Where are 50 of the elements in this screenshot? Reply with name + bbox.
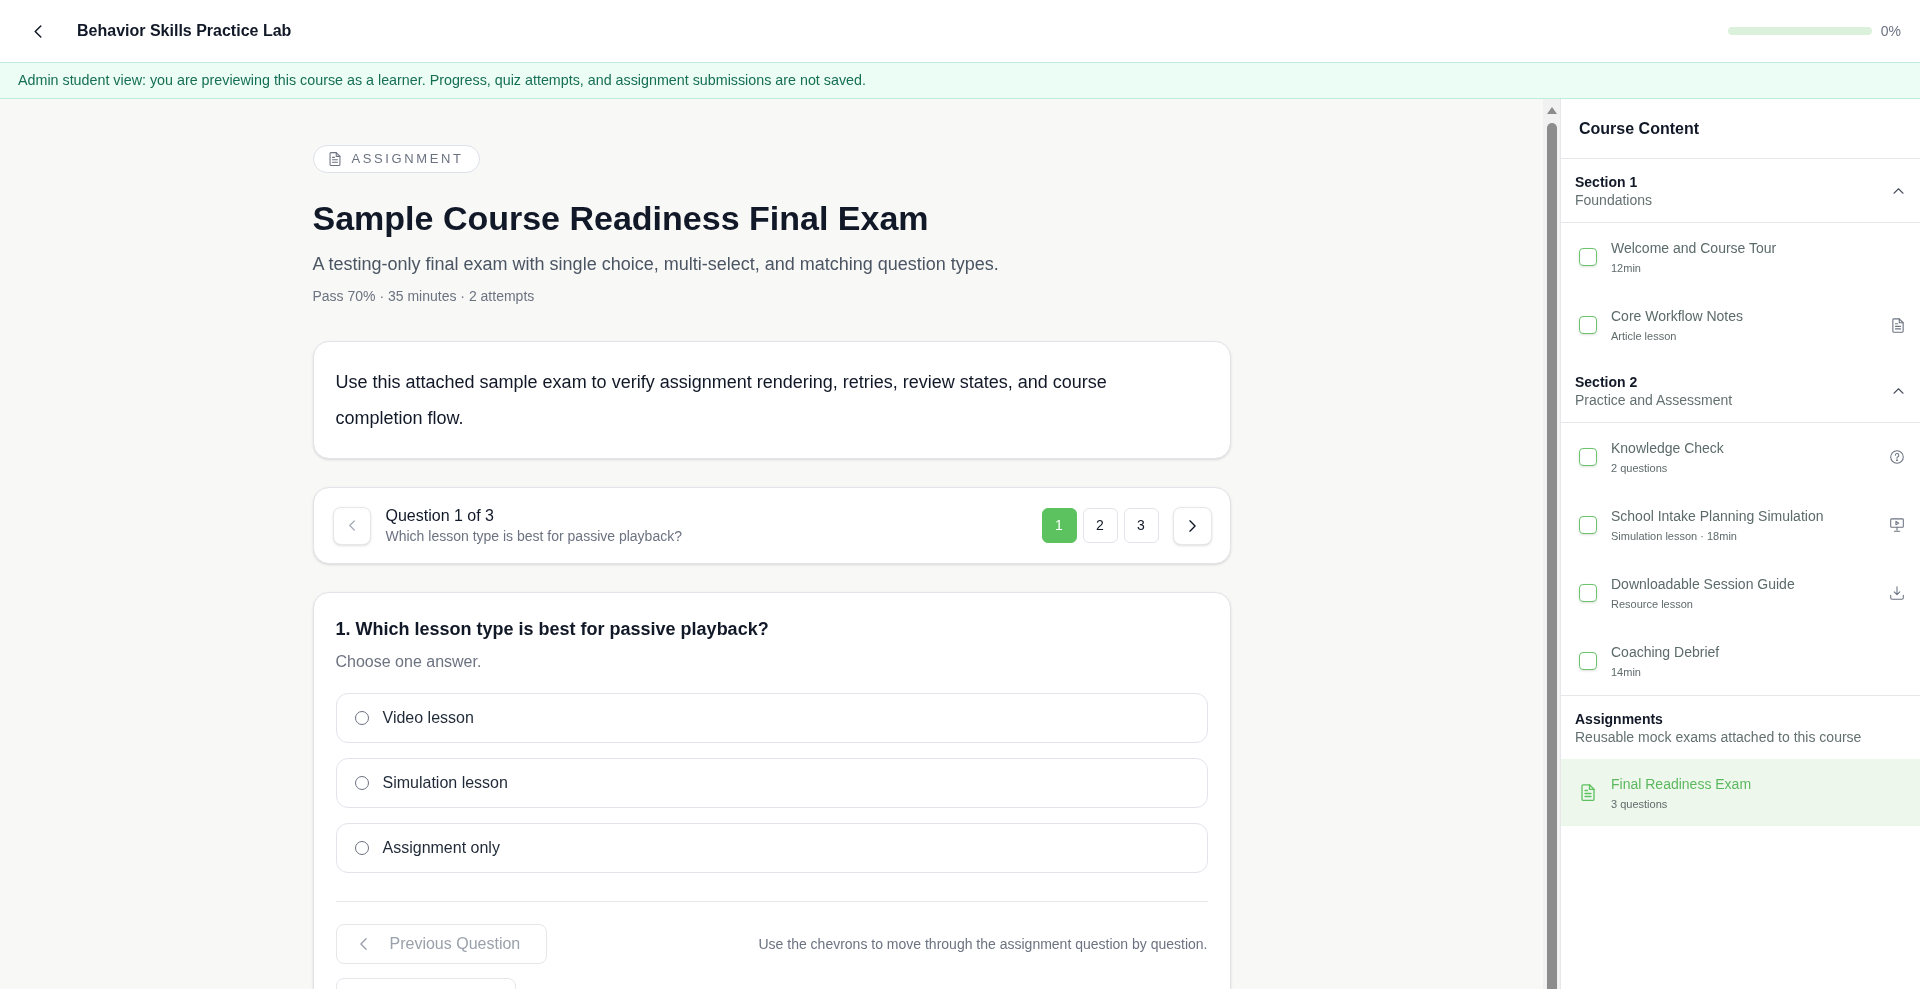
progress-percent: 0% <box>1880 21 1901 41</box>
question-counter: Question 1 of 3 <box>385 505 495 526</box>
scroll-up-arrow-icon[interactable] <box>1546 107 1557 114</box>
back-button[interactable] <box>32 23 44 39</box>
scrollbar-thumb[interactable] <box>1546 123 1557 989</box>
assignment-title: Sample Course Readiness Final Exam <box>312 198 930 239</box>
chevron-left-icon <box>34 24 42 38</box>
notice-text: Admin student view: you are previewing this course as a learner. Progress, quiz attempts, and assignment submissions are not saved. <box>18 70 866 90</box>
sidebar-title: Course Content <box>1579 118 1699 139</box>
assignment-subtitle: A testing-only final exam with single choice, multi-select, and matching question types. <box>312 253 1000 276</box>
answer-option[interactable]: Video lesson <box>335 693 1208 743</box>
lesson-item[interactable]: School Intake Planning Simulation Simulation lesson · 18min <box>1561 491 1920 559</box>
instructions-text: Use this attached sample exam to verify assignment rendering, retries, review states, and course completion flow. <box>335 371 1108 430</box>
assignments-subtitle: Reusable mock exams attached to this course <box>1575 727 1863 746</box>
section-header[interactable]: Section 1 Foundations <box>1561 159 1920 223</box>
lesson-item[interactable]: Welcome and Course Tour 12min <box>1561 223 1920 291</box>
question-icon <box>1890 450 1904 464</box>
question-instruction: Choose one answer. <box>335 652 483 672</box>
document-icon <box>1581 784 1595 801</box>
question-preview: Which lesson type is best for passive playback? <box>385 526 683 546</box>
checkbox[interactable] <box>1579 516 1597 534</box>
assignment-item[interactable]: Final Readiness Exam 3 questions <box>1561 759 1920 826</box>
download-icon <box>1890 586 1904 600</box>
section-header[interactable]: Section 2 Practice and Assessment <box>1561 359 1920 423</box>
lesson-item[interactable]: Knowledge Check 2 questions <box>1561 423 1920 491</box>
page-button[interactable]: 2 <box>1082 508 1118 543</box>
answer-option[interactable]: Simulation lesson <box>335 758 1208 808</box>
assignments-heading: Assignments <box>1575 709 1664 728</box>
checkbox[interactable] <box>1579 652 1597 670</box>
document-icon <box>1892 317 1904 333</box>
answer-option[interactable]: Assignment only <box>335 823 1208 873</box>
chevron-left-icon <box>348 520 355 531</box>
checkbox[interactable] <box>1579 248 1597 266</box>
navigation-hint: Use the chevrons to move through the assignment question by question. <box>758 934 1208 954</box>
assignment-meta: Pass 70% · 35 minutes · 2 attempts <box>312 287 536 306</box>
page-button[interactable]: 3 <box>1123 508 1159 543</box>
monitor-play-icon <box>1890 518 1904 532</box>
badge-label: ASSIGNMENT <box>351 150 464 169</box>
question-text: 1. Which lesson type is best for passive playback? <box>335 618 770 641</box>
checkbox[interactable] <box>1579 584 1597 602</box>
checkbox[interactable] <box>1579 448 1597 466</box>
lesson-item[interactable]: Downloadable Session Guide Resource lesson <box>1561 559 1920 627</box>
next-question-button[interactable] <box>1172 506 1212 545</box>
course-title: Behavior Skills Practice Lab <box>77 21 292 41</box>
lesson-item[interactable]: Coaching Debrief 14min <box>1561 627 1920 695</box>
chevron-right-icon <box>1188 519 1196 532</box>
document-icon <box>328 152 341 166</box>
lesson-item[interactable]: Core Workflow Notes Article lesson <box>1561 291 1920 359</box>
checkbox[interactable] <box>1579 316 1597 334</box>
chevron-left-icon <box>359 938 367 950</box>
